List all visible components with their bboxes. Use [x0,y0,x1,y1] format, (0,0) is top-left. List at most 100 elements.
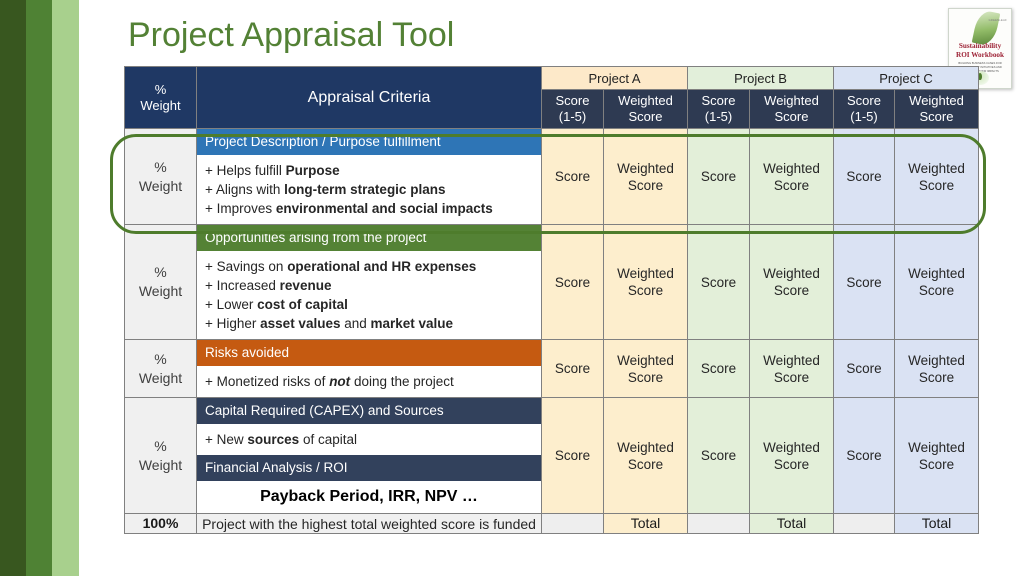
row-weight-line1: % [154,350,167,367]
row-weight[interactable]: % Weight [124,339,197,398]
cell-weighted-c[interactable]: Weighted Score [894,224,979,340]
header-score-a: Score (1-5) [541,89,604,129]
criteria-bullets: + Monetized risks of not doing the proje… [197,366,541,397]
table-row[interactable]: % Weight Capital Required (CAPEX) and So… [124,397,979,514]
list-item: + Monetized risks of not doing the proje… [205,374,454,389]
sidebar-bar-dark [0,0,26,576]
cell-weighted-c[interactable]: Weighted Score [894,128,979,225]
row-criteria: Project Description / Purpose fulfillmen… [196,128,542,225]
criteria-bullets: + Helps fulfill Purpose + Aligns with lo… [197,155,541,224]
header-project-a: Project A [541,66,688,90]
list-item: + Increased revenue [205,278,332,293]
header-weighted-c-line2: Score [919,109,954,124]
criteria-band: Risks avoided [197,340,541,366]
cell-score-b[interactable]: Score [687,128,750,225]
cell-weighted-b[interactable]: Weighted Score [749,339,834,398]
appraisal-table: % Weight Appraisal Criteria Project A Pr… [124,66,979,534]
header-weighted-b-line2: Score [774,109,809,124]
header-score-c: Score (1-5) [833,89,895,129]
cell-score-b[interactable]: Score [687,339,750,398]
criteria-bullets: + Savings on operational and HR expenses… [197,251,541,339]
cell-score-a[interactable]: Score [541,128,604,225]
cell-weighted-b[interactable]: Weighted Score [749,128,834,225]
criteria-band: Capital Required (CAPEX) and Sources [197,398,541,424]
header-weighted-b: Weighted Score [749,89,834,129]
header-criteria: Appraisal Criteria [196,66,542,129]
cell-score-a[interactable]: Score [541,397,604,514]
list-item: + Higher asset values and market value [205,316,454,331]
cell-score-a[interactable]: Score [541,224,604,340]
row-criteria: Capital Required (CAPEX) and Sources + N… [196,397,542,514]
list-item: + Improves environmental and social impa… [205,201,493,216]
list-item: + Aligns with long-term strategic plans [205,182,446,197]
cell-score-c[interactable]: Score [833,397,895,514]
header-score-b: Score (1-5) [687,89,750,129]
table-total-row: 100% Project with the highest total weig… [124,513,979,534]
page-title: Project Appraisal Tool [128,16,455,54]
criteria-bullets: + New sources of capital [197,424,541,455]
cell-weighted-b[interactable]: Weighted Score [749,397,834,514]
header-score-b-line1: Score [701,93,736,108]
header-score-c-line1: Score [847,93,881,108]
row-criteria: Opportunities arising from the project +… [196,224,542,340]
cell-score-b[interactable]: Score [687,224,750,340]
list-item: + New sources of capital [205,432,357,447]
list-item: + Lower cost of capital [205,297,348,312]
row-weight-line1: % [154,158,167,175]
cell-weighted-c[interactable]: Weighted Score [894,339,979,398]
total-weighted-b: Total [749,513,834,534]
row-weight[interactable]: % Weight [124,224,197,340]
header-weighted-b-line1: Weighted [764,93,819,108]
book-brand: GREENLEAF [988,19,1007,22]
table-row[interactable]: % Weight Risks avoided + Monetized risks… [124,339,979,398]
row-criteria: Risks avoided + Monetized risks of not d… [196,339,542,398]
cell-weighted-a[interactable]: Weighted Score [603,224,688,340]
header-weight-line2: Weight [140,97,181,113]
row-weight[interactable]: % Weight [124,128,197,225]
header-weighted-c-line1: Weighted [909,93,964,108]
cell-score-c[interactable]: Score [833,128,895,225]
list-item: + Helps fulfill Purpose [205,163,340,178]
cell-weighted-a[interactable]: Weighted Score [603,397,688,514]
total-weight: 100% [124,513,197,534]
header-weighted-c: Weighted Score [894,89,979,129]
cell-score-b[interactable]: Score [687,397,750,514]
cell-weighted-a[interactable]: Weighted Score [603,339,688,398]
header-project-c: Project C [833,66,979,90]
row-weight-line2: Weight [138,369,183,386]
row-weight-line2: Weight [138,456,183,473]
row-weight-line1: % [154,264,167,280]
slide: Project Appraisal Tool GREENLEAF Sustain… [0,0,1024,576]
book-title-line2: ROI Workbook [956,51,1004,59]
cell-weighted-b[interactable]: Weighted Score [749,224,834,340]
criteria-emphasis: Payback Period, IRR, NPV … [197,481,541,513]
header-weighted-a-line1: Weighted [618,93,673,108]
table-header-projects: % Weight Appraisal Criteria Project A Pr… [124,66,979,129]
row-weight-line2: Weight [138,283,183,299]
header-score-a-line1: Score [555,93,590,108]
criteria-band-secondary: Financial Analysis / ROI [197,455,541,481]
list-item: + Savings on operational and HR expenses [205,259,477,274]
total-score-a-blank [541,513,604,534]
criteria-band: Opportunities arising from the project [197,225,541,251]
header-score-b-line2: (1-5) [704,109,733,124]
cell-weighted-c[interactable]: Weighted Score [894,397,979,514]
row-weight-line2: Weight [138,177,183,194]
total-score-b-blank [687,513,750,534]
table-row[interactable]: % Weight Opportunities arising from the … [124,224,979,340]
cell-score-a[interactable]: Score [541,339,604,398]
cell-score-c[interactable]: Score [833,224,895,340]
row-weight[interactable]: % Weight [124,397,197,514]
row-weight-line1: % [154,437,167,454]
header-weighted-a: Weighted Score [603,89,688,129]
header-score-c-line2: (1-5) [850,109,878,124]
total-weighted-a: Total [603,513,688,534]
total-weighted-c: Total [894,513,979,534]
cell-weighted-a[interactable]: Weighted Score [603,128,688,225]
book-title-line1: Sustainability [958,42,1002,50]
header-project-b: Project B [687,66,834,90]
header-weight: % Weight [124,66,197,129]
header-score-a-line2: (1-5) [558,109,587,124]
cell-score-c[interactable]: Score [833,339,895,398]
table-row[interactable]: % Weight Project Description / Purpose f… [124,128,979,225]
